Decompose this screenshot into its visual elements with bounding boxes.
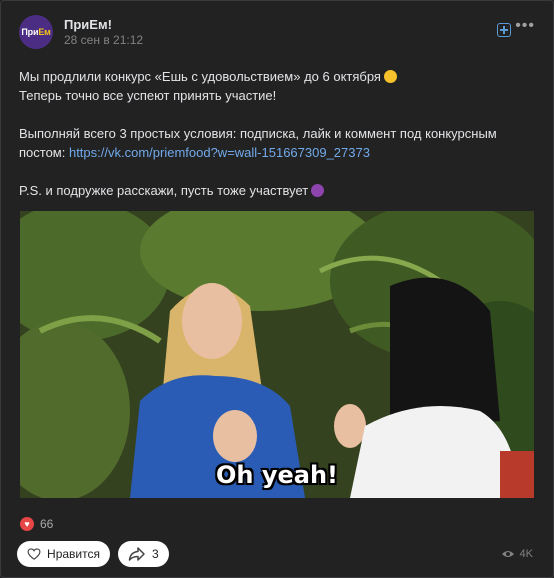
subscribe-plus-icon[interactable] xyxy=(497,23,511,37)
post-link[interactable]: https://vk.com/priemfood?w=wall-15166730… xyxy=(69,145,370,160)
views-counter: 4K xyxy=(501,548,533,560)
post-media-gif[interactable]: Oh yeah! xyxy=(20,211,534,498)
share-arrow-icon xyxy=(128,547,145,561)
media-caption: Oh yeah! xyxy=(216,461,338,489)
post-text: Мы продлили конкурс «Ешь с удовольствием… xyxy=(19,67,529,200)
heart-icon: ♥ xyxy=(20,517,34,531)
devil-emoji-icon xyxy=(311,184,325,197)
avatar-text-b: Ем xyxy=(38,27,51,37)
post-text-line-2: Теперь точно все успеют принять участие! xyxy=(19,88,277,103)
group-avatar[interactable]: При Ем xyxy=(19,15,53,49)
views-count: 4K xyxy=(519,548,533,560)
likes-count: 66 xyxy=(40,517,54,531)
avatar-text-a: При xyxy=(21,27,39,37)
post-text-line-1: Мы продлили конкурс «Ешь с удовольствием… xyxy=(19,67,529,86)
smile-emoji-icon xyxy=(383,70,397,83)
more-icon[interactable]: ••• xyxy=(515,17,535,35)
post-header: При Ем ПриЕм! 28 сен в 21:12 ••• xyxy=(19,15,535,51)
share-button[interactable]: 3 xyxy=(118,541,169,567)
like-button[interactable]: Нравится xyxy=(17,541,110,567)
group-name[interactable]: ПриЕм! xyxy=(64,17,112,32)
post-text-line-3: Выполняй всего 3 простых условия: подпис… xyxy=(19,126,497,141)
post-text-line-5: P.S. и подружке расскажи, пусть тоже уча… xyxy=(19,181,529,200)
media-illustration xyxy=(20,211,534,498)
like-button-label: Нравится xyxy=(47,547,100,561)
post-card: При Ем ПриЕм! 28 сен в 21:12 ••• Мы продл… xyxy=(0,0,554,578)
post-text-line-4: постом: https://vk.com/priemfood?w=wall-… xyxy=(19,145,370,160)
post-date[interactable]: 28 сен в 21:12 xyxy=(64,33,143,47)
eye-icon xyxy=(501,551,514,557)
share-count: 3 xyxy=(152,547,159,561)
heart-outline-icon xyxy=(27,548,41,560)
